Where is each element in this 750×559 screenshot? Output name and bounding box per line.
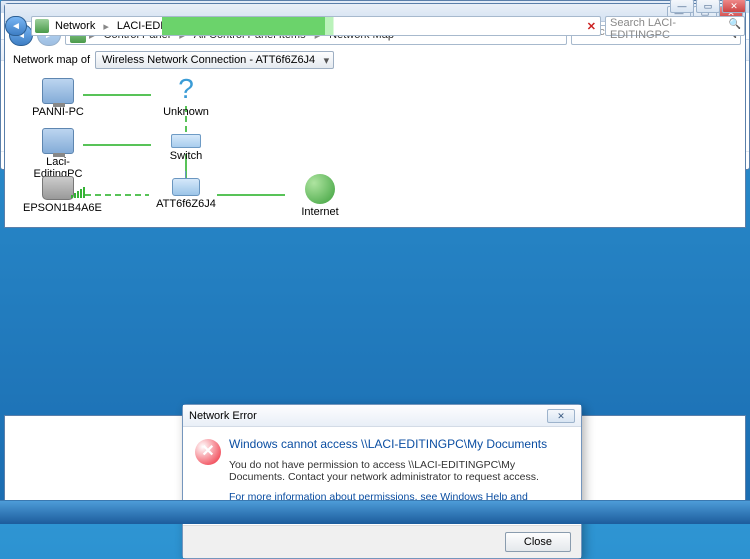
computer-icon xyxy=(42,78,74,104)
node-label: Internet xyxy=(285,206,355,218)
maximize-button[interactable]: ▭ xyxy=(696,0,720,13)
nav-bar: ◄ Network ▸ LACI-EDITINGPC ▸ ✕ Search LA… xyxy=(1,13,749,39)
node-switch[interactable]: Switch xyxy=(151,134,221,162)
switch-icon xyxy=(171,134,201,148)
node-label: ATT6f6Z6J4 xyxy=(151,198,221,210)
globe-icon xyxy=(305,174,335,204)
dialog-message: You do not have permission to access \\L… xyxy=(229,459,567,483)
node-unknown[interactable]: ? Unknown xyxy=(151,74,221,118)
node-label: EPSON1B4A6E xyxy=(23,202,93,214)
node-epson[interactable]: EPSON1B4A6E xyxy=(23,176,93,214)
dialog-footer: Close xyxy=(183,525,581,558)
printer-icon xyxy=(42,176,74,200)
node-internet[interactable]: Internet xyxy=(285,174,355,218)
link-line xyxy=(217,194,285,196)
chevron-icon: ▸ xyxy=(101,20,111,33)
router-icon xyxy=(172,178,200,196)
close-button[interactable]: Close xyxy=(505,532,571,552)
link-line xyxy=(83,144,151,146)
question-icon: ? xyxy=(170,74,202,106)
dialog-title: Network Error xyxy=(189,410,257,422)
connection-dropdown[interactable]: Wireless Network Connection - ATT6f6Z6J4 xyxy=(95,51,334,69)
computer-icon xyxy=(42,128,74,154)
map-of-label: Network map of xyxy=(13,54,90,66)
error-dialog: Network Error ✕ ✕ Windows cannot access … xyxy=(182,404,582,559)
node-laci-pc[interactable]: Laci-EditingPC xyxy=(23,128,93,180)
node-router[interactable]: ATT6f6Z6J4 xyxy=(151,178,221,210)
stop-button[interactable]: ✕ xyxy=(587,20,596,33)
dialog-close-button[interactable]: ✕ xyxy=(547,409,575,423)
address-bar[interactable]: Network ▸ LACI-EDITINGPC ▸ ✕ xyxy=(31,16,601,36)
link-line xyxy=(85,194,149,196)
search-input[interactable]: Search LACI-EDITINGPC xyxy=(605,16,745,36)
network-map-canvas: PANNI-PC ? Unknown Laci-EditingPC Switch… xyxy=(5,72,745,220)
node-panni-pc[interactable]: PANNI-PC xyxy=(23,78,93,118)
minimize-button[interactable]: — xyxy=(670,0,694,13)
network-icon xyxy=(35,19,49,33)
breadcrumb-item[interactable]: Network xyxy=(49,18,101,34)
back-button[interactable]: ◄ xyxy=(5,16,27,36)
dialog-heading: Windows cannot access \\LACI-EDITINGPC\M… xyxy=(229,437,567,451)
error-icon: ✕ xyxy=(195,439,221,465)
node-label: PANNI-PC xyxy=(23,106,93,118)
taskbar[interactable] xyxy=(0,500,750,524)
progress-bar xyxy=(162,17,570,35)
node-label: Unknown xyxy=(151,106,221,118)
link-line xyxy=(83,94,151,96)
close-button[interactable]: ✕ xyxy=(722,0,746,13)
dialog-titlebar: Network Error ✕ xyxy=(183,405,581,427)
signal-icon xyxy=(71,184,85,198)
node-label: Switch xyxy=(151,150,221,162)
sub-bar: Network map of Wireless Network Connecti… xyxy=(5,48,745,72)
